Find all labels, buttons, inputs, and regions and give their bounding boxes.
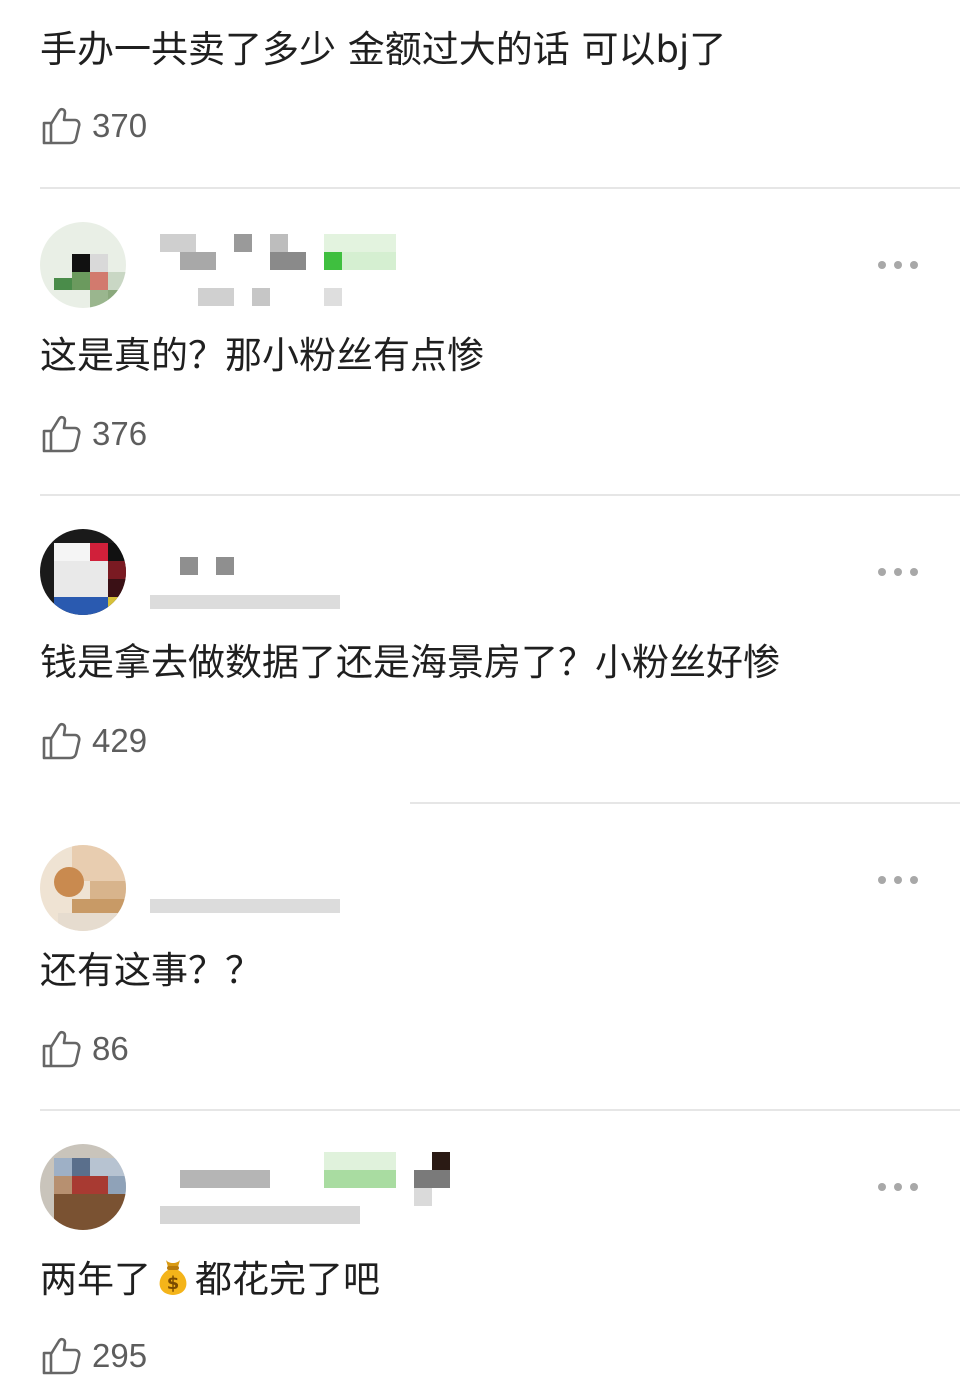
money-bag-icon: $: [151, 1254, 195, 1298]
comment-text: 还有这事？？: [40, 949, 262, 992]
avatar[interactable]: [40, 845, 126, 931]
more-options-button[interactable]: [878, 567, 918, 577]
comment-text: 这是真的？那小粉丝有点惨: [40, 334, 484, 377]
like-count: 295: [92, 1337, 148, 1374]
comment-item: 还有这事？？ 86: [0, 805, 960, 1111]
like-button[interactable]: 376: [40, 412, 147, 456]
comment-text: 两年了 $ 都花完了吧: [40, 1254, 380, 1304]
avatar[interactable]: [40, 222, 126, 308]
like-button[interactable]: 86: [40, 1027, 129, 1071]
comment-item: 手办一共卖了多少 金额过大的话 可以bj了 370: [0, 0, 960, 190]
more-options-button[interactable]: [878, 875, 918, 885]
like-button[interactable]: 295: [40, 1334, 147, 1378]
comment-item: 钱是拿去做数据了还是海景房了？小粉丝好惨 429: [0, 497, 960, 803]
username-redacted[interactable]: [160, 1152, 460, 1232]
comment-text: 钱是拿去做数据了还是海景房了？小粉丝好惨: [40, 641, 780, 684]
comment-item: 两年了 $ 都花完了吧 295: [0, 1112, 960, 1394]
thumbs-up-icon: [42, 1337, 81, 1375]
more-options-button[interactable]: [878, 260, 918, 270]
username-redacted[interactable]: [150, 899, 350, 923]
divider: [40, 494, 960, 496]
thumbs-up-icon: [42, 722, 81, 760]
comment-text-part: 都花完了吧: [195, 1258, 380, 1301]
avatar[interactable]: [40, 529, 126, 615]
avatar[interactable]: [40, 1144, 126, 1230]
more-options-button[interactable]: [878, 1182, 918, 1192]
thumbs-up-icon: [42, 415, 81, 453]
comment-text-part: 两年了: [40, 1258, 151, 1301]
like-button[interactable]: 370: [40, 104, 147, 148]
username-redacted[interactable]: [150, 557, 350, 617]
like-button[interactable]: 429: [40, 719, 147, 763]
thumbs-up-icon: [42, 107, 81, 145]
divider: [410, 802, 960, 804]
comment-item: 这是真的？那小粉丝有点惨 376: [0, 190, 960, 496]
username-redacted[interactable]: [160, 234, 400, 306]
like-count: 429: [92, 722, 148, 759]
comment-text: 手办一共卖了多少 金额过大的话 可以bj了: [40, 28, 727, 71]
divider: [40, 187, 960, 189]
like-count: 376: [92, 415, 148, 452]
thumbs-up-icon: [42, 1030, 81, 1068]
divider: [40, 1109, 960, 1111]
svg-text:$: $: [167, 1273, 180, 1294]
like-count: 370: [92, 107, 148, 144]
like-count: 86: [92, 1030, 129, 1067]
